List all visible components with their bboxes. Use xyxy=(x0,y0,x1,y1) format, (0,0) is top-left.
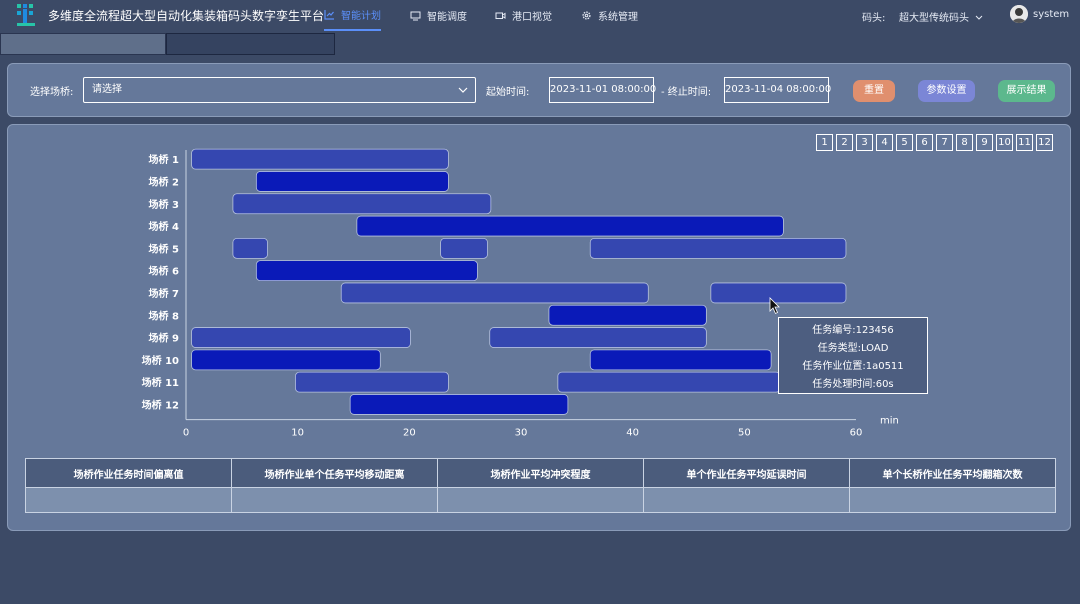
x-tick-label: 0 xyxy=(183,428,189,439)
page-button-2[interactable]: 2 xyxy=(836,134,853,151)
table-cell xyxy=(25,487,232,513)
task-bar[interactable] xyxy=(589,237,847,259)
row-label: 场桥 10 xyxy=(142,354,179,367)
task-bar[interactable] xyxy=(191,327,411,348)
task-bar[interactable] xyxy=(255,171,449,192)
task-bar[interactable] xyxy=(295,371,449,393)
page-button-11[interactable]: 11 xyxy=(1016,134,1033,151)
row-label: 场桥 8 xyxy=(149,309,179,322)
task-bar[interactable] xyxy=(557,371,781,393)
metric-table: 场桥作业任务时间偏离值 场桥作业单个任务平均移动距离 场桥作业平均冲突程度 单个… xyxy=(25,458,1056,513)
table-header: 场桥作业任务时间偏离值 xyxy=(25,458,232,488)
task-bar[interactable] xyxy=(489,327,707,348)
pager: 1 2 3 4 5 6 7 8 9 10 11 12 xyxy=(816,134,1053,151)
page-button-4[interactable]: 4 xyxy=(876,134,893,151)
x-tick-label: 50 xyxy=(738,428,751,439)
task-bar[interactable] xyxy=(589,349,772,371)
task-bar[interactable] xyxy=(255,260,478,282)
x-axis-label: min xyxy=(880,416,899,427)
mouse-cursor-icon xyxy=(769,297,780,315)
task-bar[interactable] xyxy=(340,282,649,304)
page-button-1[interactable]: 1 xyxy=(816,134,833,151)
table-header: 单个作业任务平均延误时间 xyxy=(643,458,850,488)
row-label: 场桥 7 xyxy=(149,287,179,300)
gantt-chart: 场桥 1 场桥 2 场桥 3 场桥 4 场桥 5 场桥 6 场桥 7 场桥 8 场桥 9 场桥 1… xyxy=(142,148,899,439)
page-button-10[interactable]: 10 xyxy=(996,134,1013,151)
x-tick-label: 60 xyxy=(850,428,863,439)
task-bar[interactable] xyxy=(349,394,569,415)
task-bar[interactable] xyxy=(191,349,381,371)
table-cell xyxy=(437,487,644,513)
row-label: 场桥 4 xyxy=(149,220,179,233)
x-tick-label: 30 xyxy=(515,428,528,439)
row-label: 场桥 5 xyxy=(149,242,179,255)
table-cell xyxy=(849,487,1056,513)
task-bar[interactable] xyxy=(440,237,488,259)
tooltip-task-id: 任务编号:123456 xyxy=(812,325,894,336)
tooltip-task-time: 任务处理时间:60s xyxy=(812,379,894,390)
page-button-8[interactable]: 8 xyxy=(956,134,973,151)
table-cell xyxy=(643,487,850,513)
row-label: 场桥 1 xyxy=(149,153,179,166)
table-row xyxy=(25,487,1056,513)
x-tick-label: 10 xyxy=(291,428,304,439)
task-bar[interactable] xyxy=(232,193,492,215)
row-label: 场桥 9 xyxy=(149,332,179,345)
row-label: 场桥 11 xyxy=(142,376,179,389)
task-tooltip: 任务编号:123456 任务类型:LOAD 任务作业位置:1a0511 任务处理… xyxy=(778,317,928,394)
row-label: 场桥 3 xyxy=(149,198,179,211)
page-button-9[interactable]: 9 xyxy=(976,134,993,151)
tooltip-task-position: 任务作业位置:1a0511 xyxy=(802,361,904,372)
page-button-7[interactable]: 7 xyxy=(936,134,953,151)
task-bar[interactable] xyxy=(232,237,268,259)
page-button-3[interactable]: 3 xyxy=(856,134,873,151)
page-button-5[interactable]: 5 xyxy=(896,134,913,151)
page-button-12[interactable]: 12 xyxy=(1036,134,1053,151)
row-label: 场桥 6 xyxy=(149,265,179,278)
task-bar[interactable] xyxy=(548,304,707,326)
page-button-6[interactable]: 6 xyxy=(916,134,933,151)
table-header: 单个长桥作业任务平均翻箱次数 xyxy=(849,458,1056,488)
table-header: 场桥作业平均冲突程度 xyxy=(437,458,644,488)
table-header-row: 场桥作业任务时间偏离值 场桥作业单个任务平均移动距离 场桥作业平均冲突程度 单个… xyxy=(25,458,1056,488)
x-tick-label: 40 xyxy=(626,428,639,439)
task-bar[interactable] xyxy=(191,148,449,170)
task-bar[interactable] xyxy=(356,215,784,237)
x-tick-label: 20 xyxy=(403,428,416,439)
row-label: 场桥 2 xyxy=(149,175,179,188)
table-cell xyxy=(231,487,438,513)
tooltip-task-type: 任务类型:LOAD xyxy=(817,343,889,354)
row-label: 场桥 12 xyxy=(142,398,179,411)
table-header: 场桥作业单个任务平均移动距离 xyxy=(231,458,438,488)
